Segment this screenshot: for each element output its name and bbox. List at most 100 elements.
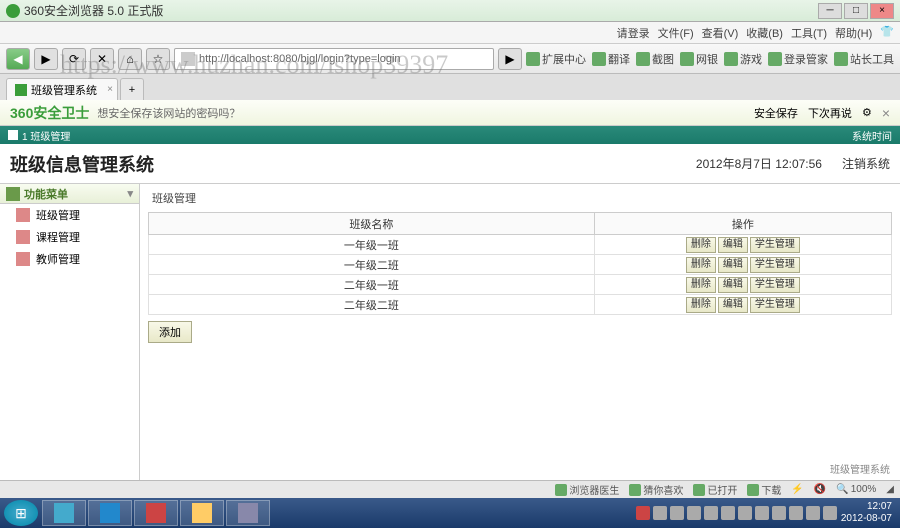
forward-button[interactable]: ▶	[34, 48, 58, 70]
content: 班级信息管理系统 2012年8月7日 12:07:56 注销系统 功能菜单 ▾ …	[0, 144, 900, 480]
stop-button[interactable]: ✕	[90, 48, 114, 70]
course-icon	[16, 230, 30, 244]
star-button[interactable]: ☆	[146, 48, 170, 70]
go-button[interactable]: ▶	[498, 48, 522, 70]
maximize-button[interactable]: □	[844, 3, 868, 19]
op-button[interactable]: 编辑	[718, 277, 748, 293]
tool-bank[interactable]: 网银	[680, 51, 718, 67]
menu-tools[interactable]: 工具(T)	[791, 25, 827, 41]
status-speed[interactable]: ⚡	[791, 484, 803, 495]
col-ops: 操作	[594, 213, 891, 235]
brand-settings-icon[interactable]: ⚙	[862, 106, 872, 119]
brand-close-icon[interactable]: ×	[882, 105, 890, 121]
tray-icons[interactable]	[636, 506, 837, 520]
sidebar: 功能菜单 ▾ 班级管理 课程管理 教师管理	[0, 184, 140, 480]
task-explorer[interactable]	[180, 500, 224, 526]
tab-favicon	[15, 84, 27, 96]
sidebar-item-teacher[interactable]: 教师管理	[0, 248, 139, 270]
sidebar-item-course[interactable]: 课程管理	[0, 226, 139, 248]
cell-name: 二年级二班	[149, 295, 595, 315]
start-button[interactable]: ⊞	[4, 500, 38, 526]
sidebar-item-label: 课程管理	[36, 229, 80, 245]
url-bar[interactable]: http://localhost:8080/bjgl/login?type=lo…	[174, 48, 494, 70]
url-icon	[181, 52, 195, 66]
taskbar: ⊞ 12:07 2012-08-07	[0, 498, 900, 528]
back-button[interactable]: ◀	[6, 48, 30, 70]
brand-never[interactable]: 下次再说	[808, 105, 852, 121]
main-panel: 班级管理 班级名称 操作 一年级一班删除编辑学生管理一年级二班删除编辑学生管理二…	[140, 184, 900, 480]
sidebar-header: 功能菜单 ▾	[0, 184, 139, 204]
class-icon	[16, 208, 30, 222]
window-title-bar: 360安全浏览器 5.0 正式版 ─ □ ×	[0, 0, 900, 22]
tool-trans[interactable]: 翻译	[592, 51, 630, 67]
new-tab-button[interactable]: +	[120, 78, 144, 100]
op-button[interactable]: 删除	[686, 237, 716, 253]
brand-save[interactable]: 安全保存	[754, 105, 798, 121]
op-button[interactable]: 删除	[686, 277, 716, 293]
sidebar-title: 功能菜单	[24, 186, 68, 202]
sidebar-toggle-icon[interactable]: ▾	[127, 187, 133, 200]
menu-fav[interactable]: 收藏(B)	[746, 25, 783, 41]
tab-strip: 班级管理系统 × +	[0, 74, 900, 100]
tray-clock[interactable]: 12:07 2012-08-07	[841, 501, 892, 525]
task-app1[interactable]	[134, 500, 178, 526]
menu-bar: 请登录 文件(F) 查看(V) 收藏(B) 工具(T) 帮助(H) 👕	[0, 22, 900, 44]
menu-file[interactable]: 文件(F)	[658, 25, 694, 41]
op-button[interactable]: 学生管理	[750, 237, 800, 253]
sidebar-item-class[interactable]: 班级管理	[0, 204, 139, 226]
status-doctor[interactable]: 浏览器医生	[555, 482, 619, 497]
tool-game[interactable]: 游戏	[724, 51, 762, 67]
cell-ops: 删除编辑学生管理	[594, 295, 891, 315]
sidebar-item-label: 班级管理	[36, 207, 80, 223]
status-zoom[interactable]: 🔍100%	[836, 484, 876, 495]
brand-msg: 想安全保存该网站的密码吗？	[97, 105, 240, 121]
teacher-icon	[16, 252, 30, 266]
tab-close-icon[interactable]: ×	[107, 84, 113, 95]
op-button[interactable]: 学生管理	[750, 297, 800, 313]
app-header-right: 系统时间	[852, 128, 892, 143]
menu-skin-icon[interactable]: 👕	[880, 25, 894, 41]
tool-ext[interactable]: 扩展中心	[526, 51, 586, 67]
op-button[interactable]: 编辑	[718, 297, 748, 313]
url-text: http://localhost:8080/bjgl/login?type=lo…	[199, 53, 401, 65]
minimize-button[interactable]: ─	[818, 3, 842, 19]
table-row: 一年级二班 删除编辑学生管理	[149, 255, 892, 275]
task-ie[interactable]	[42, 500, 86, 526]
logout-link[interactable]: 注销系统	[842, 155, 890, 172]
app-header-title: 1 班级管理	[22, 128, 70, 143]
login-link[interactable]: 请登录	[617, 25, 650, 41]
status-download[interactable]: 下载	[747, 482, 781, 497]
tab-active[interactable]: 班级管理系统 ×	[6, 78, 118, 100]
home-button[interactable]: ⌂	[118, 48, 142, 70]
content-header: 班级信息管理系统 2012年8月7日 12:07:56 注销系统	[0, 144, 900, 184]
task-ie2[interactable]	[88, 500, 132, 526]
cell-ops: 删除编辑学生管理	[594, 235, 891, 255]
tool-login[interactable]: 登录管家	[768, 51, 828, 67]
footer-note: 班级管理系统	[830, 461, 890, 476]
menu-icon	[6, 187, 20, 201]
op-button[interactable]: 删除	[686, 297, 716, 313]
tool-seo[interactable]: 站长工具	[834, 51, 894, 67]
op-button[interactable]: 学生管理	[750, 277, 800, 293]
close-button[interactable]: ×	[870, 3, 894, 19]
tab-label: 班级管理系统	[31, 82, 97, 98]
status-bar: 浏览器医生 猜你喜欢 已打开 下载 ⚡ 🔇 🔍100% ◢	[0, 480, 900, 498]
brand-logo: 360安全卫士	[10, 103, 89, 123]
op-button[interactable]: 删除	[686, 257, 716, 273]
app-header-icon	[8, 130, 18, 140]
page-title: 班级信息管理系统	[10, 151, 696, 177]
status-guess[interactable]: 猜你喜欢	[629, 482, 683, 497]
add-button[interactable]: 添加	[148, 321, 192, 343]
menu-help[interactable]: 帮助(H)	[835, 25, 872, 41]
op-button[interactable]: 编辑	[718, 237, 748, 253]
reload-button[interactable]: ⟳	[62, 48, 86, 70]
op-button[interactable]: 编辑	[718, 257, 748, 273]
cell-name: 一年级二班	[149, 255, 595, 275]
tool-shot[interactable]: 截图	[636, 51, 674, 67]
menu-view[interactable]: 查看(V)	[702, 25, 739, 41]
status-opened[interactable]: 已打开	[693, 482, 737, 497]
status-resize[interactable]: ◢	[886, 484, 894, 495]
status-mute[interactable]: 🔇	[814, 484, 826, 495]
op-button[interactable]: 学生管理	[750, 257, 800, 273]
task-app2[interactable]	[226, 500, 270, 526]
